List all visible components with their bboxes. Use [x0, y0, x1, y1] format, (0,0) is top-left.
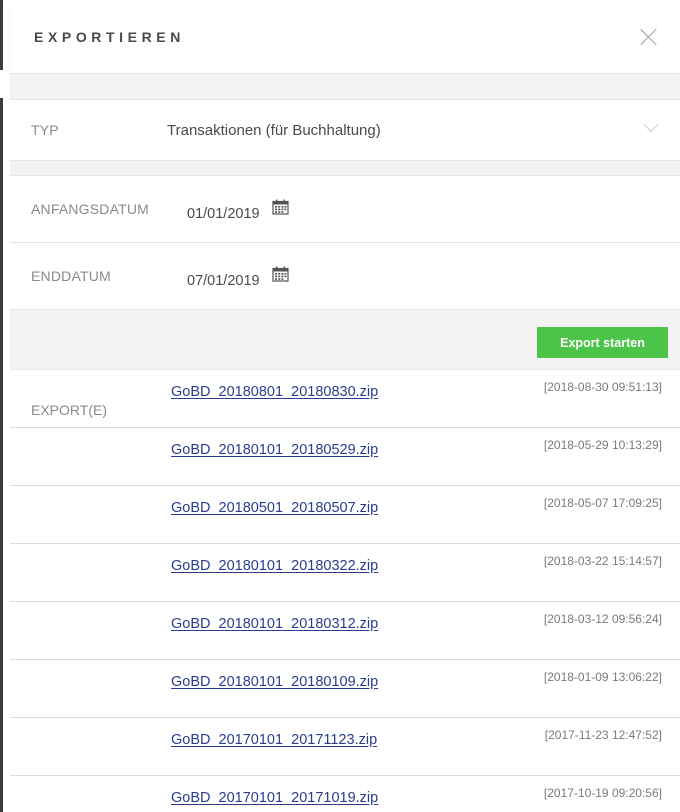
export-item: GoBD_20180101_20180529.zip [2018-05-29 1… [10, 428, 680, 486]
export-timestamp: [2018-01-09 13:06:22] [543, 670, 662, 684]
chevron-down-icon[interactable] [643, 117, 659, 133]
export-start-button[interactable]: Export starten [537, 327, 668, 358]
end-date-label: ENDDATUM [31, 268, 111, 284]
close-icon[interactable] [640, 28, 658, 46]
window-edge-gap [0, 70, 3, 98]
export-file-link[interactable]: GoBD_20180101_20180529.zip [171, 442, 378, 458]
calendar-icon[interactable] [271, 199, 289, 215]
export-timestamp: [2018-08-30 09:51:13] [543, 380, 662, 394]
exports-list: EXPORT(E) GoBD_20180801_20180830.zip [20… [10, 370, 680, 812]
export-file-link[interactable]: GoBD_20170101_20171019.zip [171, 790, 378, 806]
panel-header: EXPORTIEREN [10, 0, 680, 74]
end-date-row: ENDDATUM 07/01/2019 [10, 243, 680, 310]
export-timestamp: [2018-03-12 09:56:24] [543, 612, 662, 626]
export-timestamp: [2018-05-07 17:09:25] [543, 496, 662, 510]
export-file-link[interactable]: GoBD_20180101_20180312.zip [171, 616, 378, 632]
end-date-field[interactable]: 07/01/2019 [187, 273, 260, 289]
export-file-link[interactable]: GoBD_20180501_20180507.zip [171, 500, 378, 516]
section-spacer [10, 74, 680, 100]
export-timestamp: [2018-03-22 15:14:57] [543, 554, 662, 568]
export-item: GoBD_20180501_20180507.zip [2018-05-07 1… [10, 486, 680, 544]
export-item: GoBD_20180101_20180322.zip [2018-03-22 1… [10, 544, 680, 602]
start-date-row: ANFANGSDATUM 01/01/2019 [10, 176, 680, 243]
type-select[interactable]: TYP Transaktionen (für Buchhaltung) [10, 100, 680, 160]
action-bar: Export starten [10, 310, 680, 370]
export-file-link[interactable]: GoBD_20180101_20180322.zip [171, 558, 378, 574]
panel-title: EXPORTIEREN [34, 28, 185, 45]
export-file-link[interactable]: GoBD_20180101_20180109.zip [171, 674, 378, 690]
export-timestamp: [2017-10-19 09:20:56] [543, 786, 662, 800]
type-value[interactable]: Transaktionen (für Buchhaltung) [167, 122, 381, 139]
start-date-field[interactable]: 01/01/2019 [187, 206, 260, 222]
export-timestamp: [2018-05-29 10:13:29] [543, 438, 662, 452]
export-item: GoBD_20180101_20180109.zip [2018-01-09 1… [10, 660, 680, 718]
export-timestamp: [2017-11-23 12:47:52] [544, 728, 662, 742]
calendar-icon[interactable] [271, 266, 289, 282]
export-item: GoBD_20170101_20171123.zip [2017-11-23 1… [10, 718, 680, 776]
export-item: GoBD_20180801_20180830.zip [2018-08-30 0… [10, 370, 680, 428]
start-date-label: ANFANGSDATUM [31, 201, 150, 217]
window-edge [0, 0, 3, 812]
type-label: TYP [31, 122, 59, 138]
export-file-link[interactable]: GoBD_20180801_20180830.zip [171, 384, 378, 400]
export-item: GoBD_20170101_20171019.zip [2017-10-19 0… [10, 776, 680, 812]
export-file-link[interactable]: GoBD_20170101_20171123.zip [171, 732, 377, 748]
section-spacer [10, 160, 680, 176]
export-item: GoBD_20180101_20180312.zip [2018-03-12 0… [10, 602, 680, 660]
export-panel: EXPORTIEREN TYP Transaktionen (für Buchh… [10, 0, 680, 812]
